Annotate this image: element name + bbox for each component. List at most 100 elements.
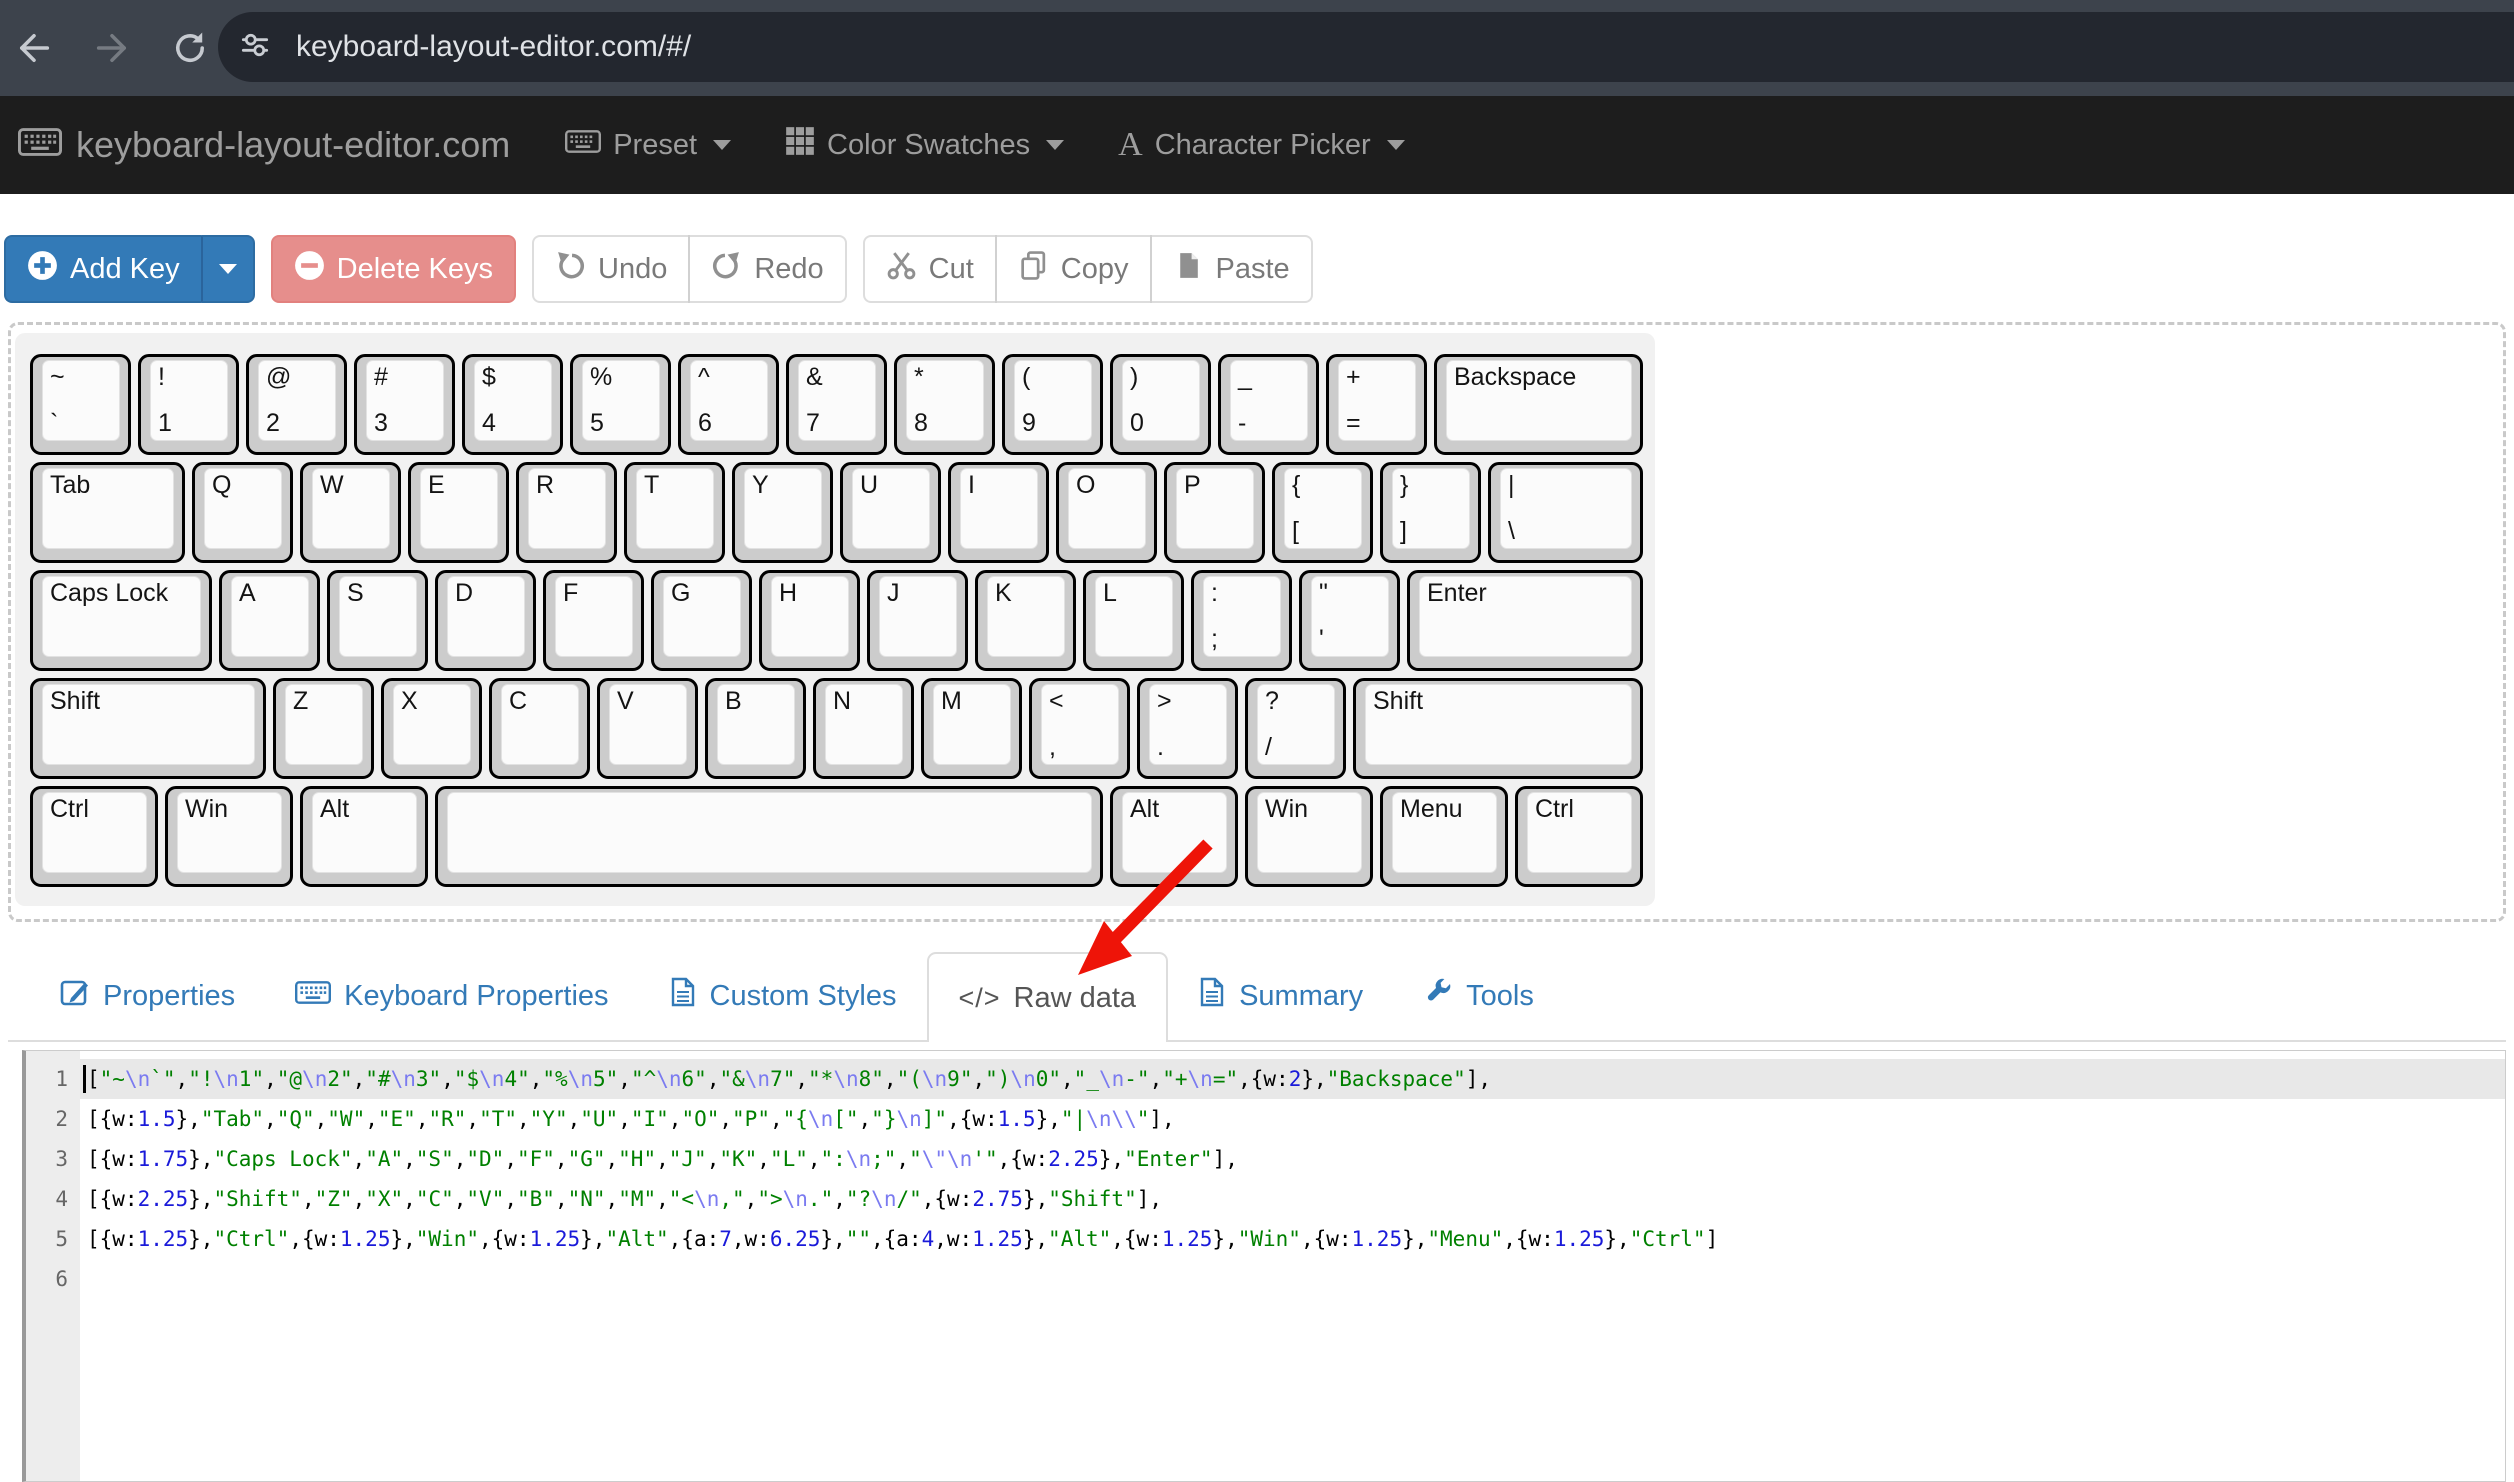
keyboard-key[interactable]: |\	[1488, 462, 1643, 563]
keyboard-key[interactable]: D	[435, 570, 536, 671]
chevron-down-icon	[1046, 140, 1064, 150]
keyboard-key[interactable]: >.	[1137, 678, 1238, 779]
url-bar[interactable]: keyboard-layout-editor.com/#/	[218, 12, 2514, 82]
keyboard-key[interactable]: (9	[1002, 354, 1103, 455]
tab-keyboard-properties[interactable]: Keyboard Properties	[265, 952, 638, 1040]
keyboard-key[interactable]: E	[408, 462, 509, 563]
keyboard-key[interactable]: I	[948, 462, 1049, 563]
code-line[interactable]	[80, 1259, 2505, 1299]
back-icon[interactable]	[14, 28, 54, 68]
keyboard-key[interactable]: ~`	[30, 354, 131, 455]
keyboard-key[interactable]: B	[705, 678, 806, 779]
keyboard-key[interactable]: U	[840, 462, 941, 563]
reload-icon[interactable]	[170, 28, 210, 68]
keyboard-key[interactable]: _-	[1218, 354, 1319, 455]
add-key-dropdown-button[interactable]	[201, 235, 255, 303]
keyboard-key[interactable]: Alt	[300, 786, 428, 887]
keyboard-key[interactable]: Q	[192, 462, 293, 563]
keyboard-key[interactable]: ^6	[678, 354, 779, 455]
keyboard-key[interactable]: &7	[786, 354, 887, 455]
keyboard-key[interactable]: M	[921, 678, 1022, 779]
keyboard-key[interactable]: Enter	[1407, 570, 1643, 671]
keycap-surface: G	[663, 576, 741, 657]
keyboard-key[interactable]: F	[543, 570, 644, 671]
keyboard-key[interactable]: Win	[1245, 786, 1373, 887]
site-settings-icon[interactable]	[238, 28, 272, 67]
keycap-surface: O	[1068, 468, 1146, 549]
keyboard-key[interactable]: Menu	[1380, 786, 1508, 887]
keyboard-key[interactable]: "'	[1299, 570, 1400, 671]
add-key-button[interactable]: Add Key	[4, 235, 201, 303]
tab-tools[interactable]: Tools	[1393, 952, 1564, 1040]
keyboard-key[interactable]: X	[381, 678, 482, 779]
brand[interactable]: keyboard-layout-editor.com	[18, 124, 510, 166]
tab-properties[interactable]: Properties	[30, 952, 265, 1040]
keyboard-key[interactable]: V	[597, 678, 698, 779]
keyboard-key[interactable]: T	[624, 462, 725, 563]
keyboard-key[interactable]: O	[1056, 462, 1157, 563]
keyboard-key[interactable]: Z	[273, 678, 374, 779]
keyboard-key[interactable]: G	[651, 570, 752, 671]
keycap-surface: Shift	[1365, 684, 1632, 765]
code-line[interactable]: [{w:1.25},"Ctrl",{w:1.25},"Win",{w:1.25}…	[80, 1219, 2505, 1259]
keyboard-key[interactable]: Y	[732, 462, 833, 563]
scissors-icon	[886, 250, 917, 289]
keyboard-key[interactable]: }]	[1380, 462, 1481, 563]
keyboard-key[interactable]: {[	[1272, 462, 1373, 563]
keyboard-key[interactable]: Alt	[1110, 786, 1238, 887]
keyboard-key[interactable]: Shift	[1353, 678, 1643, 779]
tab-raw-data[interactable]: </> Raw data	[927, 952, 1169, 1042]
keyboard-key[interactable]: Ctrl	[30, 786, 158, 887]
code-line[interactable]: ["~\n`","!\n1","@\n2","#\n3","$\n4","%\n…	[80, 1059, 2505, 1099]
keyboard-key[interactable]: W	[300, 462, 401, 563]
url-text[interactable]: keyboard-layout-editor.com/#/	[296, 30, 691, 64]
keyboard-key[interactable]: A	[219, 570, 320, 671]
keyboard-key[interactable]: P	[1164, 462, 1265, 563]
keyboard-key[interactable]: Tab	[30, 462, 185, 563]
raw-data-editor[interactable]: 123456 ["~\n`","!\n1","@\n2","#\n3","$\n…	[22, 1050, 2506, 1482]
keyboard-key[interactable]: Caps Lock	[30, 570, 212, 671]
nav-item-color-swatches[interactable]: Color Swatches	[758, 126, 1091, 164]
redo-button[interactable]: Redo	[688, 235, 846, 303]
undo-button[interactable]: Undo	[532, 235, 690, 303]
paste-button[interactable]: Paste	[1150, 235, 1313, 303]
keyboard-key[interactable]: :;	[1191, 570, 1292, 671]
keyboard-key[interactable]: N	[813, 678, 914, 779]
keyboard-key[interactable]: *8	[894, 354, 995, 455]
cut-button[interactable]: Cut	[863, 235, 997, 303]
keyboard-key[interactable]: $4	[462, 354, 563, 455]
keyboard-key[interactable]: @2	[246, 354, 347, 455]
keyboard-key[interactable]: %5	[570, 354, 671, 455]
keyboard-key[interactable]: S	[327, 570, 428, 671]
keyboard-key[interactable]: !1	[138, 354, 239, 455]
keyboard-key[interactable]: +=	[1326, 354, 1427, 455]
code-line[interactable]: [{w:1.75},"Caps Lock","A","S","D","F","G…	[80, 1139, 2505, 1179]
delete-keys-button[interactable]: Delete Keys	[271, 235, 516, 303]
tab-summary[interactable]: Summary	[1168, 952, 1393, 1040]
code-line[interactable]: [{w:2.25},"Shift","Z","X","C","V","B","N…	[80, 1179, 2505, 1219]
keyboard-key[interactable]: J	[867, 570, 968, 671]
code-line[interactable]: [{w:1.5},"Tab","Q","W","E","R","T","Y","…	[80, 1099, 2505, 1139]
keyboard-key[interactable]: )0	[1110, 354, 1211, 455]
keyboard-key[interactable]: Shift	[30, 678, 266, 779]
code-area[interactable]: ["~\n`","!\n1","@\n2","#\n3","$\n4","%\n…	[80, 1051, 2505, 1481]
keyboard-key[interactable]: #3	[354, 354, 455, 455]
keyboard-key[interactable]: ?/	[1245, 678, 1346, 779]
copy-button[interactable]: Copy	[995, 235, 1152, 303]
forward-icon[interactable]	[92, 28, 132, 68]
keyboard-key[interactable]	[435, 786, 1103, 887]
keyboard-key[interactable]: Backspace	[1434, 354, 1643, 455]
nav-item-preset[interactable]: Preset	[538, 126, 758, 164]
keycap-surface: }]	[1392, 468, 1470, 549]
keyboard-key[interactable]: H	[759, 570, 860, 671]
keyboard-key[interactable]: C	[489, 678, 590, 779]
keyboard-key[interactable]: L	[1083, 570, 1184, 671]
keycap-surface: V	[609, 684, 687, 765]
tab-custom-styles[interactable]: Custom Styles	[639, 952, 927, 1040]
keyboard-key[interactable]: K	[975, 570, 1076, 671]
keyboard-key[interactable]: Ctrl	[1515, 786, 1643, 887]
keyboard-key[interactable]: Win	[165, 786, 293, 887]
keyboard-key[interactable]: <,	[1029, 678, 1130, 779]
keyboard-key[interactable]: R	[516, 462, 617, 563]
nav-item-character-picker[interactable]: A Character Picker	[1091, 126, 1432, 164]
